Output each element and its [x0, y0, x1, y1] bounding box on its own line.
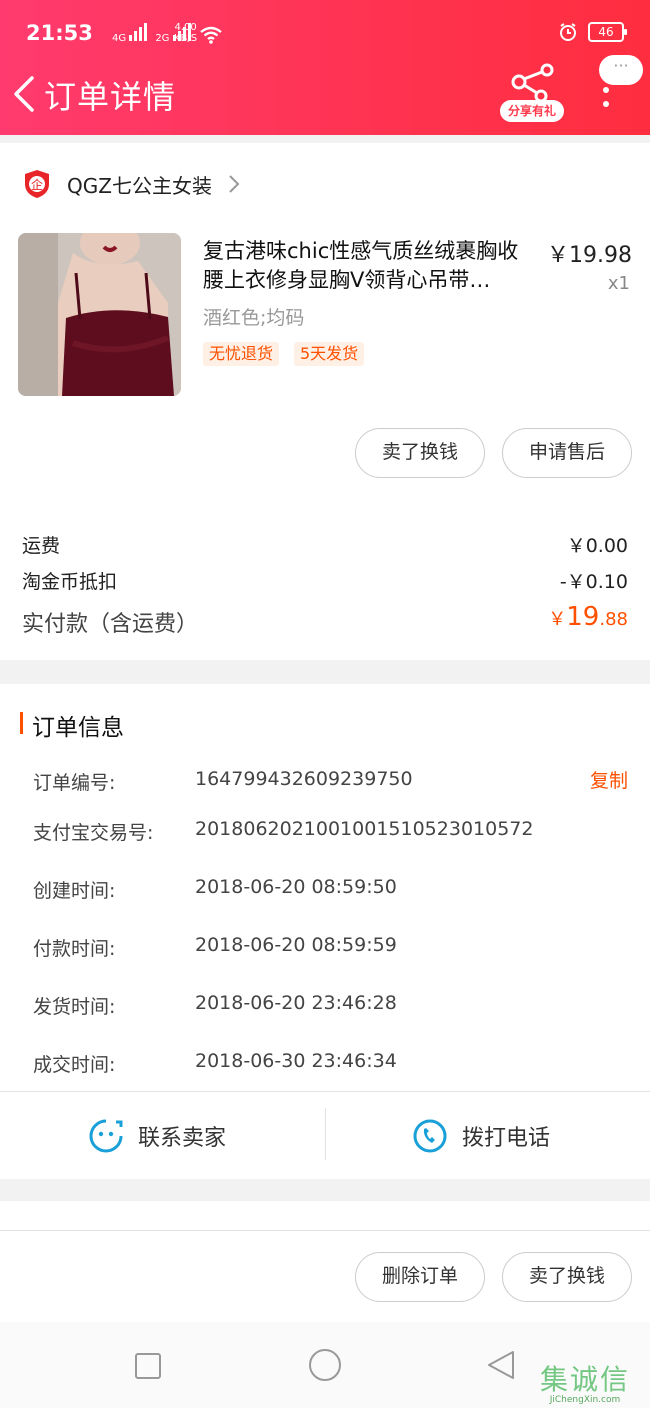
message-button[interactable]: ··· — [599, 55, 643, 85]
call-phone-label: 拨打电话 — [462, 1126, 551, 1151]
paid-integer: 19 — [566, 602, 600, 632]
chevron-right-icon — [229, 175, 240, 193]
signal-4g-label: 4G — [112, 33, 127, 44]
copy-button[interactable]: 复制 — [590, 766, 628, 793]
created-time-label: 创建时间: — [33, 880, 116, 902]
signal-icons: 4G 2G — [112, 23, 223, 44]
partial-card — [0, 1201, 650, 1231]
app-header: 21:53 4G 2G 4.00 KB/S 46 订单详情 分享有礼 ··· — [0, 0, 650, 135]
contact-seller-label: 联系卖家 — [138, 1126, 227, 1151]
created-time-value: 2018-06-20 08:59:50 — [195, 876, 397, 898]
phone-icon — [413, 1119, 447, 1153]
order-number-label: 订单编号: — [33, 772, 116, 794]
product-image[interactable] — [18, 233, 181, 396]
coin-discount-value: -￥0.10 — [559, 571, 628, 593]
alipay-trade-label: 支付宝交易号: — [33, 822, 154, 844]
product-photo — [18, 233, 181, 396]
share-icon — [511, 63, 554, 102]
paid-time-value: 2018-06-20 08:59:59 — [195, 934, 397, 956]
more-icon[interactable] — [601, 86, 611, 108]
shop-header[interactable]: 企 QGZ七公主女装 — [24, 167, 240, 201]
product-sku: 酒红色;均码 — [203, 307, 305, 329]
product-quantity: x1 — [607, 273, 630, 294]
network-speed-value: 4.00 — [174, 22, 197, 33]
tag-ship-time: 5天发货 — [294, 342, 365, 366]
divider-vertical — [325, 1108, 326, 1160]
contact-seller-button[interactable]: 联系卖家 — [88, 1114, 226, 1158]
divider — [0, 1091, 650, 1092]
product-price: ￥19.98 — [547, 243, 632, 268]
order-info-card — [0, 684, 650, 1179]
shop-name: QGZ七公主女装 — [67, 173, 212, 198]
completed-time-value: 2018-06-30 23:46:34 — [195, 1050, 397, 1072]
section-accent-bar — [20, 712, 23, 734]
page-title: 订单详情 — [44, 78, 177, 116]
recent-apps-icon[interactable] — [134, 1352, 162, 1380]
paid-amount-value: ￥19.88 — [548, 602, 628, 632]
coin-discount-label: 淘金币抵扣 — [22, 571, 118, 593]
status-bar: 21:53 4G 2G 4.00 KB/S 46 — [26, 18, 627, 50]
order-number-value: 164799432609239750 — [195, 768, 413, 790]
bottom-sell-button[interactable]: 卖了换钱 — [502, 1252, 632, 1302]
signal-2g-label: 2G — [155, 33, 170, 44]
share-label: 分享有礼 — [500, 100, 564, 122]
status-right: 46 — [558, 22, 627, 42]
tag-free-return: 无忧退货 — [203, 342, 280, 366]
watermark-logo-text: 集诚信 — [539, 1363, 630, 1396]
shipping-fee-value: ￥0.00 — [566, 535, 628, 557]
paid-decimal: .88 — [599, 609, 628, 630]
completed-time-label: 成交时间: — [33, 1054, 116, 1076]
shop-logo-text: 企 — [31, 177, 43, 192]
product-title[interactable]: 复古港味chic性感气质丝绒裹胸收腰上衣修身显胸V领背心吊带… — [203, 237, 537, 295]
shipped-time-value: 2018-06-20 23:46:28 — [195, 992, 397, 1014]
battery-icon: 46 — [588, 22, 627, 42]
alipay-trade-value: 2018062021001001510523010572 — [195, 818, 534, 840]
call-phone-button[interactable]: 拨打电话 — [412, 1114, 550, 1158]
order-info-title: 订单信息 — [32, 715, 124, 741]
back-arrow-icon[interactable] — [10, 72, 40, 116]
alarm-icon — [560, 23, 576, 41]
network-speed: 4.00 KB/S — [174, 22, 197, 44]
sell-for-cash-button[interactable]: 卖了换钱 — [355, 428, 485, 478]
shipped-time-label: 发货时间: — [33, 996, 116, 1018]
status-time: 21:53 — [26, 21, 93, 45]
network-speed-unit: KB/S — [174, 33, 198, 44]
chat-face-icon — [89, 1119, 123, 1153]
shop-badge-icon: 企 — [25, 170, 49, 198]
paid-amount-label: 实付款（含运费） — [22, 612, 199, 637]
watermark-logo: 集诚信 JiChengXin.com — [526, 1358, 644, 1405]
delete-order-button[interactable]: 删除订单 — [355, 1252, 485, 1302]
paid-currency: ￥ — [548, 609, 567, 630]
home-icon[interactable] — [308, 1348, 342, 1382]
after-sale-button[interactable]: 申请售后 — [502, 428, 632, 478]
share-button[interactable]: 分享有礼 — [500, 62, 564, 124]
back-triangle-icon[interactable] — [486, 1349, 516, 1381]
paid-time-label: 付款时间: — [33, 938, 116, 960]
wifi-icon — [199, 26, 222, 44]
signal-4g-icon: 4G — [112, 23, 148, 44]
shipping-fee-label: 运费 — [22, 535, 61, 557]
